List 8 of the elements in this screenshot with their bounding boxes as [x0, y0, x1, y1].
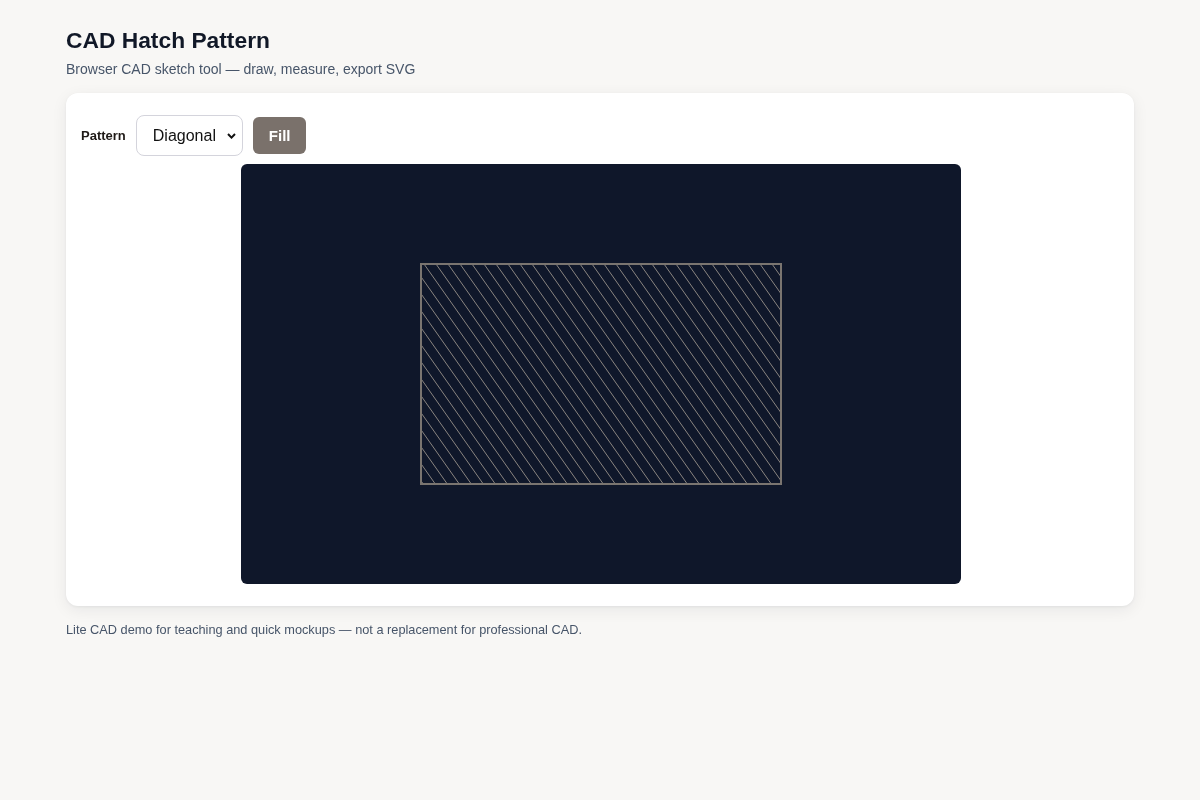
page-subtitle: Browser CAD sketch tool — draw, measure, export SVG	[66, 60, 416, 78]
footer-note: Lite CAD demo for teaching and quick mockups — not a replacement for professional CAD.	[66, 621, 582, 639]
pattern-label: Pattern	[81, 128, 126, 143]
caret-icon	[226, 132, 236, 139]
pattern-dropdown[interactable]: Diagonal	[135, 115, 243, 156]
page-title: CAD Hatch Pattern	[66, 26, 270, 54]
fill-button[interactable]: Fill	[252, 117, 307, 154]
drawing-canvas[interactable]	[240, 164, 961, 584]
